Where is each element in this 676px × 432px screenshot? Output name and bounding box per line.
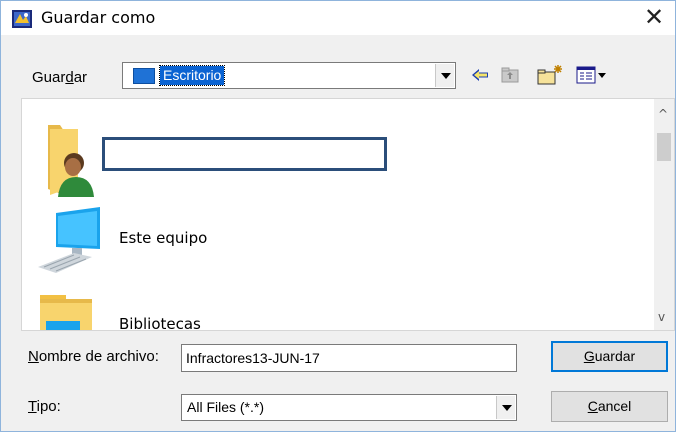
window-title: Guardar como xyxy=(41,8,156,27)
location-value: Escritorio xyxy=(158,65,226,86)
back-arrow-icon[interactable] xyxy=(469,63,491,87)
cancel-button[interactable]: Cancel xyxy=(551,391,668,422)
type-label: Tipo: xyxy=(28,398,61,415)
list-item[interactable]: Bibliotecas xyxy=(22,285,642,331)
list-item[interactable] xyxy=(22,105,642,197)
file-type-dropdown-button[interactable] xyxy=(496,396,515,419)
save-in-label: Guardar xyxy=(32,69,88,86)
list-item-label: Bibliotecas xyxy=(119,315,201,331)
scroll-down-icon[interactable]: v xyxy=(658,310,665,324)
filename-input[interactable]: Infractores13-JUN-17 xyxy=(181,344,517,372)
libraries-icon xyxy=(40,295,92,330)
new-folder-icon[interactable] xyxy=(536,63,564,87)
save-button[interactable]: Guardar xyxy=(551,341,668,372)
location-combobox[interactable]: Escritorio xyxy=(122,62,456,89)
list-item-label: Este equipo xyxy=(119,229,208,247)
view-menu-icon[interactable] xyxy=(575,63,615,87)
save-as-dialog: Guardar como ✕ Guardar Escritorio Este e… xyxy=(0,0,676,432)
computer-icon xyxy=(38,207,100,273)
title-bar: Guardar como ✕ xyxy=(1,1,675,35)
filename-label: Nombre de archivo: xyxy=(28,348,159,365)
desktop-icon xyxy=(133,68,155,84)
scroll-thumb[interactable] xyxy=(657,133,671,161)
up-folder-icon[interactable] xyxy=(499,63,521,87)
app-icon xyxy=(12,10,32,28)
chevron-down-icon xyxy=(502,405,512,411)
location-dropdown-button[interactable] xyxy=(435,64,454,87)
close-button[interactable]: ✕ xyxy=(639,3,669,33)
list-item[interactable]: Este equipo xyxy=(22,203,642,283)
chevron-down-icon xyxy=(441,73,451,79)
file-type-value: All Files (*.*) xyxy=(187,399,265,415)
close-icon: ✕ xyxy=(643,3,665,31)
vertical-scrollbar[interactable]: ^ v xyxy=(654,99,674,330)
user-folder-icon xyxy=(48,125,94,197)
scroll-up-icon[interactable]: ^ xyxy=(658,107,668,121)
folder-list[interactable]: Este equipo Bibliotecas ^ v xyxy=(21,98,675,331)
file-type-combobox[interactable]: All Files (*.*) xyxy=(181,394,517,421)
redacted-name-box xyxy=(102,137,387,171)
